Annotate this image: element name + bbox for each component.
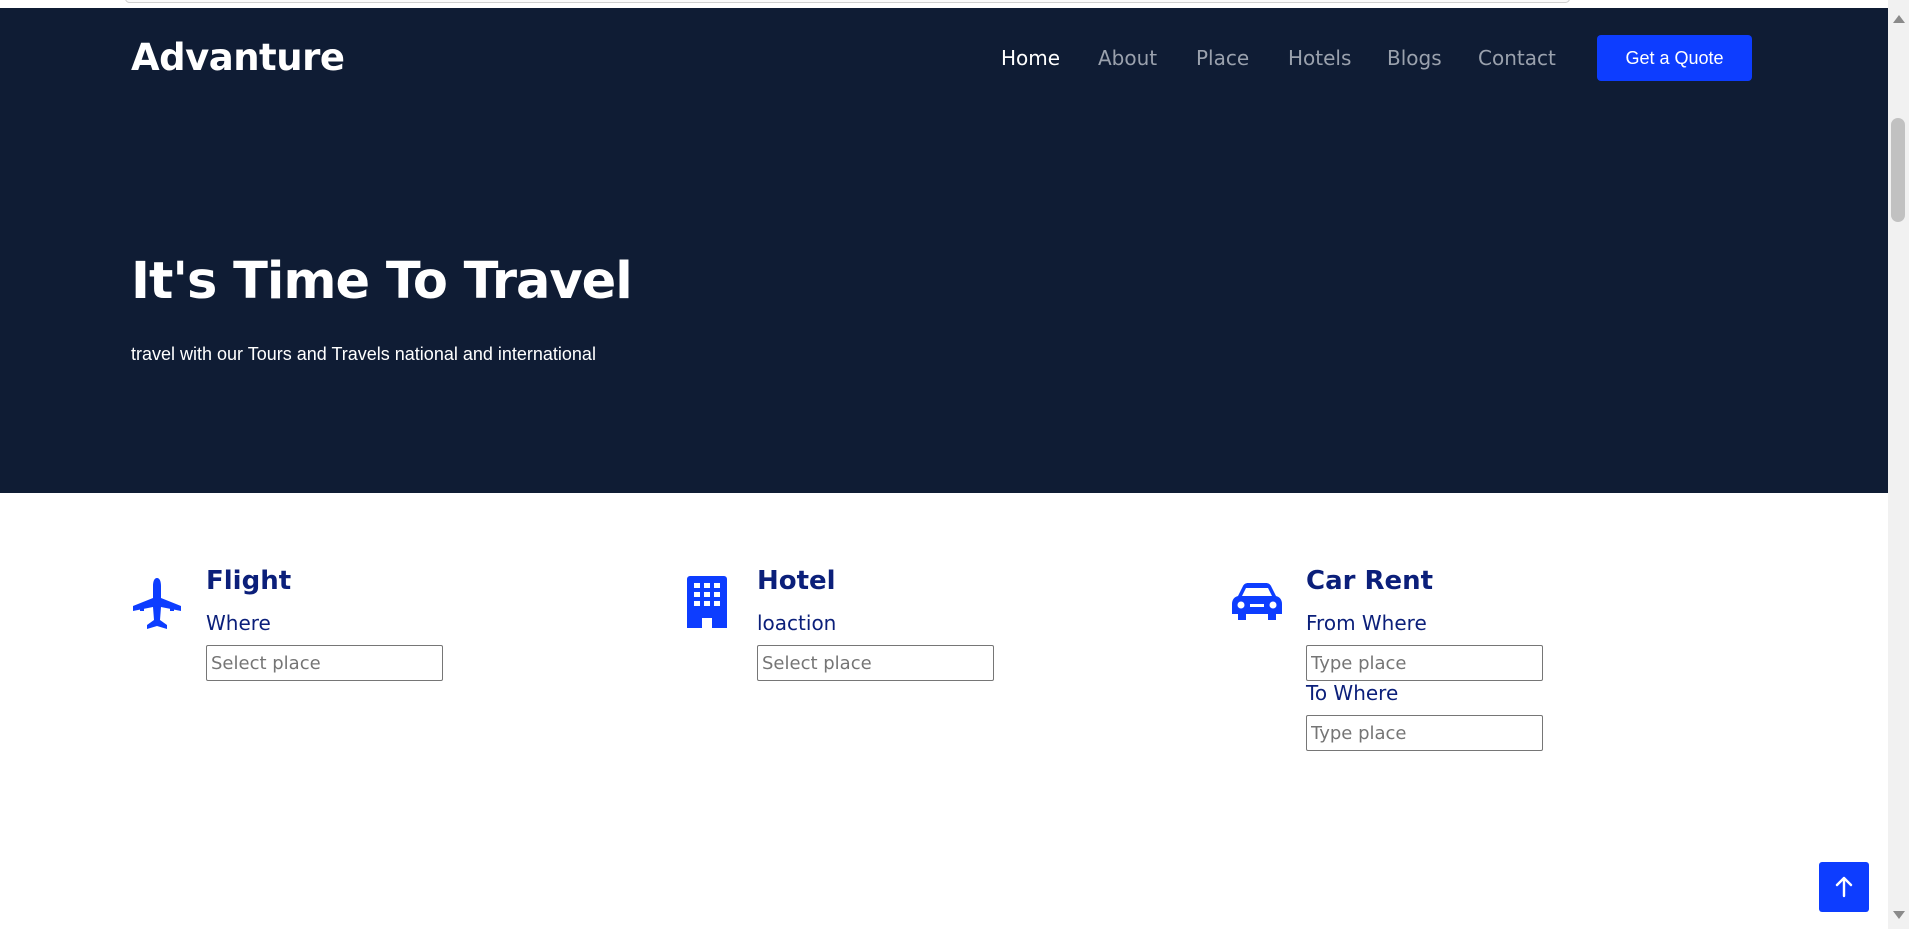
car-from-label: From Where — [1306, 611, 1427, 635]
arrow-up-icon — [1835, 876, 1853, 898]
flight-where-label: Where — [206, 611, 271, 635]
flight-title: Flight — [206, 566, 292, 596]
nav-place[interactable]: Place — [1196, 46, 1249, 70]
hero-section: Advanture Home About Place Hotels Blogs … — [0, 8, 1888, 493]
car-rent-title: Car Rent — [1306, 566, 1434, 596]
page-scrollbar[interactable] — [1888, 0, 1909, 929]
hotel-title: Hotel — [757, 566, 836, 596]
car-from-input[interactable] — [1306, 645, 1543, 681]
page: Advanture Home About Place Hotels Blogs … — [0, 0, 1909, 929]
nav-contact[interactable]: Contact — [1478, 46, 1556, 70]
scroll-to-top-button[interactable] — [1819, 862, 1869, 912]
browser-top-strip — [0, 0, 1888, 8]
hotel-location-label: loaction — [757, 611, 837, 635]
brand-logo[interactable]: Advanture — [131, 36, 345, 79]
hero-title: It's Time To Travel — [131, 252, 633, 311]
scroll-down-arrow-icon[interactable] — [1893, 911, 1905, 919]
airplane-icon — [133, 578, 181, 629]
car-icon — [1232, 583, 1282, 620]
flight-where-input[interactable] — [206, 645, 443, 681]
get-a-quote-button[interactable]: Get a Quote — [1597, 35, 1752, 81]
address-bar-edge — [125, 0, 1570, 3]
nav-home[interactable]: Home — [1001, 46, 1060, 70]
car-to-label: To Where — [1306, 681, 1399, 705]
car-to-input[interactable] — [1306, 715, 1543, 751]
scrollbar-thumb[interactable] — [1891, 118, 1905, 222]
hero-subtitle: travel with our Tours and Travels nation… — [131, 344, 596, 364]
scroll-up-arrow-icon[interactable] — [1893, 15, 1905, 23]
building-icon — [687, 576, 727, 628]
hotel-location-input[interactable] — [757, 645, 994, 681]
nav-about[interactable]: About — [1098, 46, 1157, 70]
nav-hotels[interactable]: Hotels — [1288, 46, 1351, 70]
nav-blogs[interactable]: Blogs — [1387, 46, 1442, 70]
